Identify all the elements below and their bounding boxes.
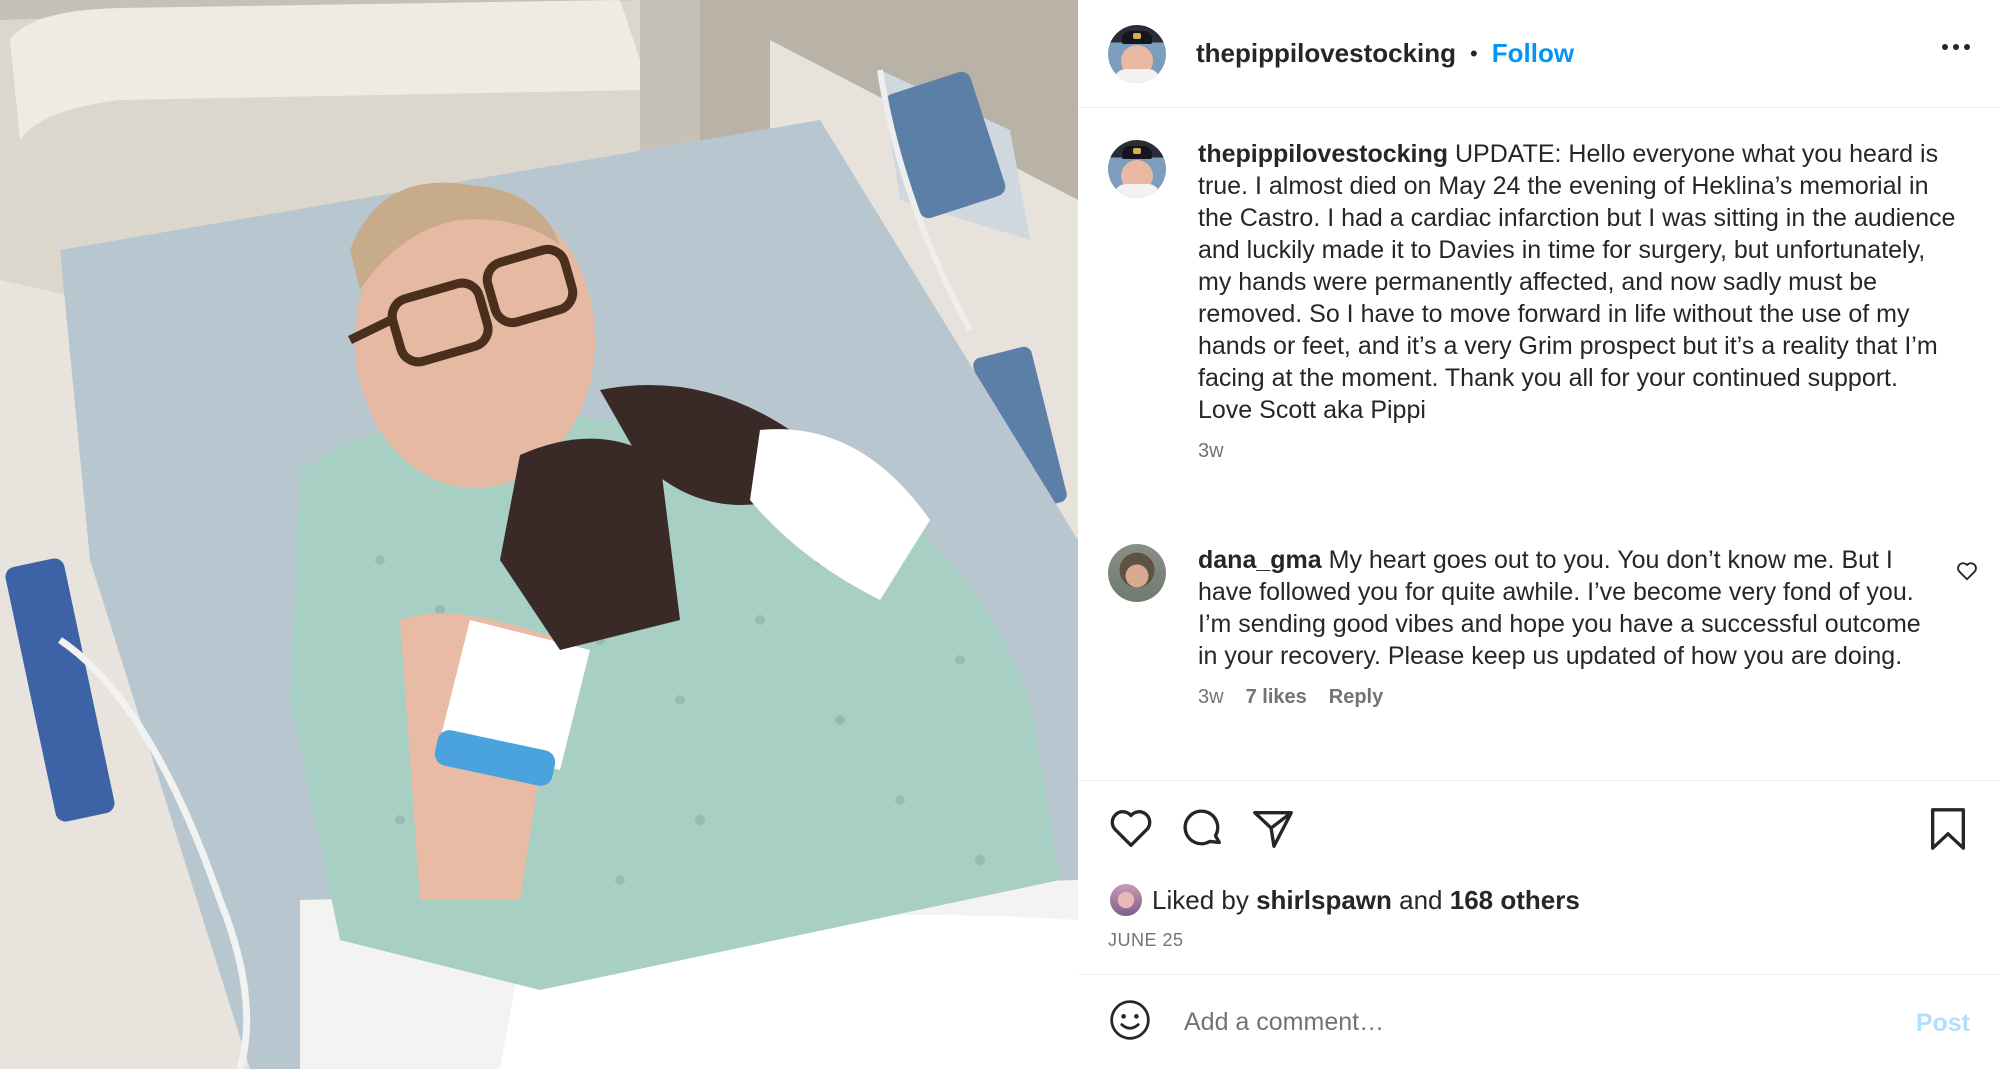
comment-timestamp[interactable]: 3w	[1198, 686, 1224, 709]
separator-dot: •	[1470, 40, 1478, 66]
actions-divider	[1078, 780, 2000, 781]
post-side-panel: thepippilovestocking • Follow thepippilo…	[1078, 0, 2000, 1069]
comments-section[interactable]: thepippilovestocking UPDATE: Hello every…	[1078, 108, 2000, 780]
likes-conjunction: and	[1399, 884, 1443, 915]
comment-text-block: dana_gma My heart goes out to you. You d…	[1198, 544, 1938, 672]
post-caption: thepippilovestocking UPDATE: Hello every…	[1108, 138, 1988, 463]
more-options-icon[interactable]	[1942, 38, 1970, 56]
instagram-post: thepippilovestocking • Follow thepippilo…	[0, 0, 2000, 1069]
comment-username[interactable]: dana_gma	[1198, 546, 1322, 574]
post-actions-bar	[1108, 806, 1970, 854]
caption-author-avatar[interactable]	[1108, 140, 1166, 198]
comment-likes-count[interactable]: 7 likes	[1246, 686, 1307, 709]
share-icon[interactable]	[1250, 806, 1296, 857]
caption-text: UPDATE: Hello everyone what you heard is…	[1198, 140, 1956, 424]
comment-like-heart-icon[interactable]	[1956, 560, 1978, 587]
post-header: thepippilovestocking • Follow	[1078, 0, 2000, 108]
hospital-photo-illustration	[0, 0, 1078, 1069]
bookmark-icon[interactable]	[1926, 806, 1970, 857]
author-username[interactable]: thepippilovestocking	[1196, 38, 1456, 69]
emoji-icon[interactable]	[1108, 998, 1152, 1047]
likes-others-count[interactable]: 168 others	[1450, 885, 1580, 915]
author-avatar[interactable]	[1108, 24, 1166, 83]
caption-text-block: thepippilovestocking UPDATE: Hello every…	[1198, 138, 1958, 426]
post-date[interactable]: JUNE 25	[1108, 930, 1184, 951]
likes-prefix: Liked by	[1152, 884, 1249, 915]
follow-button[interactable]: Follow	[1492, 38, 1574, 69]
caption-timestamp[interactable]: 3w	[1198, 440, 1224, 463]
post-photo[interactable]	[0, 0, 1078, 1069]
likes-summary: Liked by shirlspawn and 168 others	[1108, 882, 1580, 918]
comment-item: dana_gma My heart goes out to you. You d…	[1108, 544, 1988, 709]
comment-input[interactable]	[1184, 1007, 1884, 1037]
post-comment-button[interactable]: Post	[1916, 1009, 1970, 1038]
commenter-avatar[interactable]	[1108, 544, 1166, 602]
reply-button[interactable]: Reply	[1329, 686, 1383, 709]
comment-icon[interactable]	[1180, 806, 1226, 857]
heart-icon[interactable]	[1108, 806, 1154, 857]
caption-username[interactable]: thepippilovestocking	[1198, 140, 1448, 168]
liker-avatar[interactable]	[1108, 882, 1144, 918]
add-comment-bar: Post	[1078, 974, 2000, 1069]
likes-text[interactable]: Liked by shirlspawn and 168 others	[1152, 885, 1580, 916]
liker-username[interactable]: shirlspawn	[1256, 885, 1392, 915]
